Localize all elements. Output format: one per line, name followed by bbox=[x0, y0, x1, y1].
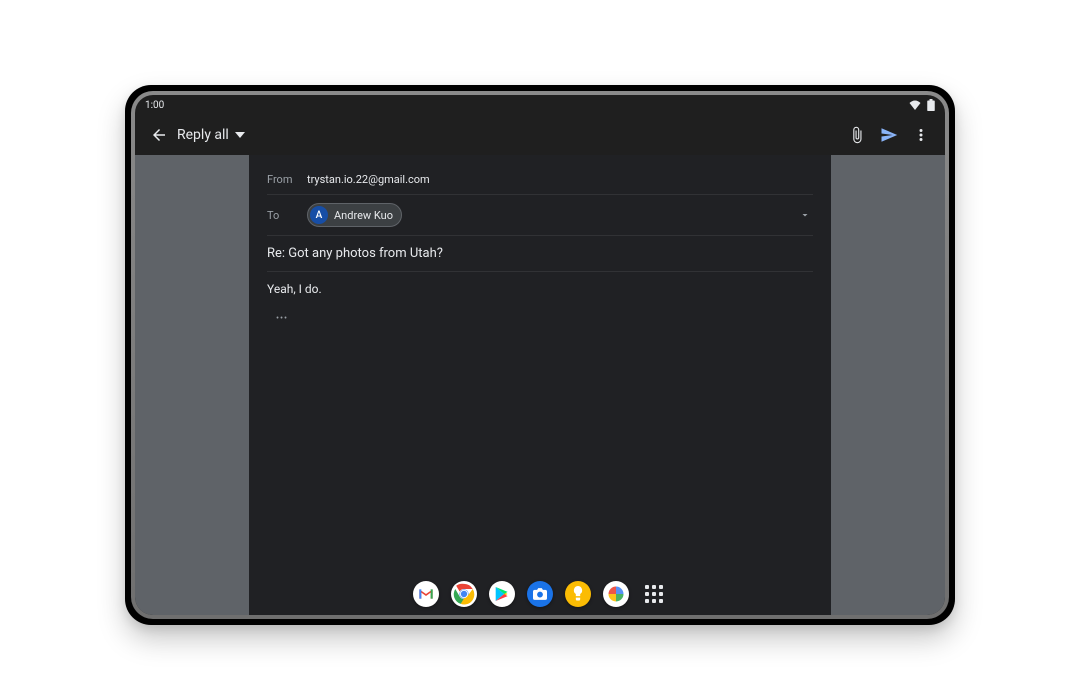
dock-all-apps[interactable] bbox=[641, 581, 667, 607]
chrome-icon bbox=[453, 583, 475, 605]
body-field[interactable]: Yeah, I do. bbox=[267, 272, 813, 306]
app-bar: Reply all bbox=[135, 115, 945, 155]
status-icons bbox=[909, 99, 935, 111]
keep-icon bbox=[572, 586, 584, 602]
to-label: To bbox=[267, 209, 307, 222]
attach-button[interactable] bbox=[841, 119, 873, 151]
recipient-avatar: A bbox=[310, 206, 328, 224]
subject-text: Re: Got any photos from Utah? bbox=[267, 246, 443, 261]
right-gutter bbox=[831, 155, 945, 615]
expand-recipients-button[interactable] bbox=[797, 209, 813, 221]
to-row[interactable]: To A Andrew Kuo bbox=[267, 195, 813, 236]
recipient-chip[interactable]: A Andrew Kuo bbox=[307, 203, 402, 227]
photos-icon bbox=[607, 585, 625, 603]
chevron-down-icon bbox=[799, 209, 811, 221]
subject-field[interactable]: Re: Got any photos from Utah? bbox=[267, 236, 813, 272]
dock bbox=[413, 581, 667, 607]
screen: 1:00 Reply all bbox=[135, 95, 945, 615]
left-gutter bbox=[135, 155, 249, 615]
battery-icon bbox=[927, 99, 935, 111]
dock-play-store[interactable] bbox=[489, 581, 515, 607]
more-options-button[interactable] bbox=[905, 119, 937, 151]
back-button[interactable] bbox=[143, 119, 175, 151]
body-text: Yeah, I do. bbox=[267, 282, 322, 296]
recipient-name: Andrew Kuo bbox=[334, 209, 393, 222]
from-value: trystan.io.22@gmail.com bbox=[307, 173, 430, 186]
from-label: From bbox=[267, 173, 307, 186]
reply-mode-dropdown[interactable] bbox=[229, 119, 251, 151]
gmail-icon bbox=[418, 588, 434, 600]
status-bar: 1:00 bbox=[135, 95, 945, 115]
arrow-back-icon bbox=[150, 126, 168, 144]
dock-chrome[interactable] bbox=[451, 581, 477, 607]
send-button[interactable] bbox=[873, 119, 905, 151]
more-vert-icon bbox=[912, 126, 930, 144]
content-area: From trystan.io.22@gmail.com To A Andrew… bbox=[135, 155, 945, 615]
appbar-title: Reply all bbox=[177, 127, 229, 143]
dock-photos[interactable] bbox=[603, 581, 629, 607]
wifi-icon bbox=[909, 100, 921, 110]
send-icon bbox=[880, 126, 898, 144]
status-time: 1:00 bbox=[145, 100, 164, 111]
tablet-bezel: 1:00 Reply all bbox=[131, 91, 949, 619]
show-quoted-text-button[interactable]: ••• bbox=[267, 312, 297, 326]
tablet-frame: 1:00 Reply all bbox=[125, 85, 955, 625]
compose-pane: From trystan.io.22@gmail.com To A Andrew… bbox=[249, 155, 831, 615]
from-row[interactable]: From trystan.io.22@gmail.com bbox=[267, 165, 813, 195]
dock-keep[interactable] bbox=[565, 581, 591, 607]
play-store-icon bbox=[495, 586, 509, 602]
dock-gmail[interactable] bbox=[413, 581, 439, 607]
dock-camera[interactable] bbox=[527, 581, 553, 607]
arrow-dropdown-icon bbox=[235, 130, 245, 140]
attachment-icon bbox=[848, 126, 866, 144]
camera-icon bbox=[533, 588, 547, 600]
